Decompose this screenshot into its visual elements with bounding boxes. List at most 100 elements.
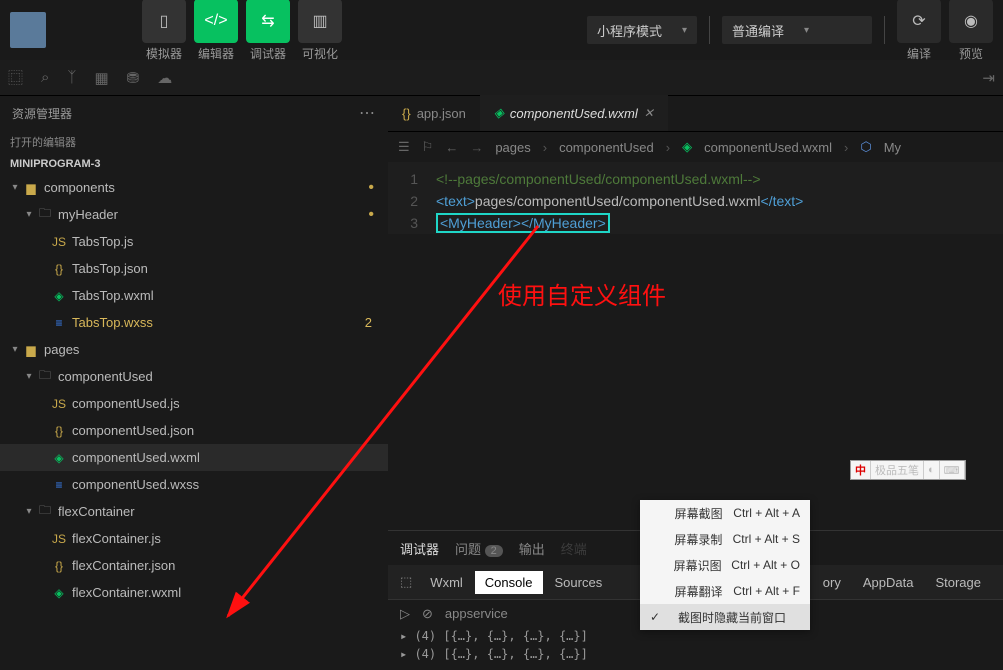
cloud-icon[interactable]: ☁	[157, 69, 172, 87]
compile-button[interactable]: ⟳	[897, 0, 941, 43]
devtab-sources[interactable]: Sources	[545, 571, 613, 594]
element-icon: ⬡	[860, 139, 871, 155]
more-icon[interactable]: ⋯	[359, 103, 376, 123]
folder-icon: 🗀	[36, 204, 54, 225]
tree-folder-componentused[interactable]: ▾🗀componentUsed	[0, 363, 388, 390]
back-icon[interactable]: ←	[445, 140, 458, 155]
db-icon[interactable]: ⛃	[127, 69, 140, 87]
forward-icon[interactable]: →	[470, 140, 483, 155]
tab-debugger[interactable]: 调试器	[400, 539, 439, 558]
code-editor[interactable]: 1<!--pages/componentUsed/componentUsed.w…	[388, 162, 1003, 234]
devtab-wxml[interactable]: Wxml	[420, 571, 473, 594]
debugger-button[interactable]: ⇆	[246, 0, 290, 43]
json-icon: {}	[50, 424, 68, 438]
tree-file[interactable]: JScomponentUsed.js	[0, 390, 388, 417]
preview-button[interactable]: ◉	[949, 0, 993, 43]
crumb[interactable]: componentUsed.wxml	[704, 140, 832, 155]
chevron-down-icon: ▾	[682, 25, 687, 36]
tree-folder-components[interactable]: ▾▆components•	[0, 174, 388, 201]
editor-tabs: {}app.json ◈componentUsed.wxml✕	[388, 96, 1003, 132]
play-icon[interactable]: ▷	[400, 606, 410, 622]
open-editors-header[interactable]: 打开的编辑器	[0, 130, 388, 154]
phone-icon: ▯	[160, 11, 169, 31]
wxss-icon: ≡	[50, 478, 68, 492]
console-line[interactable]: ▸ (4) [{…}, {…}, {…}, {…}]	[388, 645, 1003, 663]
menu-item[interactable]: 屏幕识图Ctrl + Alt + O	[640, 552, 810, 578]
branch-icon[interactable]: ᛉ	[67, 69, 76, 86]
crumb[interactable]: My	[884, 140, 901, 155]
close-icon[interactable]: ✕	[644, 106, 654, 120]
refresh-icon: ⟳	[912, 11, 925, 31]
tree-file[interactable]: JSflexContainer.js	[0, 525, 388, 552]
editor-button[interactable]: </>	[194, 0, 238, 43]
folder-icon: 🗀	[36, 501, 54, 522]
tab-app-json[interactable]: {}app.json	[388, 95, 480, 131]
crumb[interactable]: pages	[495, 140, 530, 155]
tree-folder-flexcontainer[interactable]: ▾🗀flexContainer	[0, 498, 388, 525]
crumb[interactable]: componentUsed	[559, 140, 654, 155]
simulator-button[interactable]: ▯	[142, 0, 186, 43]
eye-icon: ◉	[964, 11, 978, 31]
ime-name: 极品五笔	[871, 461, 924, 479]
ime-mode-icon: ◐	[924, 461, 940, 479]
tree-file[interactable]: ◈TabsTop.wxml	[0, 282, 388, 309]
bookmark-icon[interactable]: ⚐	[422, 139, 434, 155]
wxml-icon: ◈	[50, 289, 68, 303]
editor-label: 编辑器	[198, 45, 234, 62]
preview-label: 预览	[959, 45, 983, 62]
devtab-appdata[interactable]: AppData	[853, 571, 924, 594]
file-tree: ▾▆components• ▾🗀myHeader• JSTabsTop.js {…	[0, 174, 388, 670]
breadcrumb: ☰ ⚐ ← → pages› componentUsed› ◈ componen…	[388, 132, 1003, 162]
folder-icon: 🗀	[36, 366, 54, 387]
tree-file[interactable]: JSTabsTop.js	[0, 228, 388, 255]
context-menu: 屏幕截图Ctrl + Alt + A 屏幕录制Ctrl + Alt + S 屏幕…	[640, 500, 810, 630]
tab-terminal[interactable]: 终端	[561, 539, 587, 558]
devtab-memory[interactable]: ory	[813, 571, 851, 594]
project-header[interactable]: MINIPROGRAM-3	[0, 154, 388, 174]
tree-file[interactable]: ≡TabsTop.wxss2	[0, 309, 388, 336]
menu-item[interactable]: 屏幕截图Ctrl + Alt + A	[640, 500, 810, 526]
wxss-icon: ≡	[50, 316, 68, 330]
annotation-text: 使用自定义组件	[498, 276, 666, 311]
tab-problems[interactable]: 问题 2	[455, 539, 503, 558]
collapse-icon[interactable]: ⇥	[982, 69, 995, 87]
tree-file-active[interactable]: ◈componentUsed.wxml	[0, 444, 388, 471]
mode-dropdown[interactable]: 小程序模式 ▾	[587, 16, 697, 44]
menu-item[interactable]: 屏幕翻译Ctrl + Alt + F	[640, 578, 810, 604]
icon-bar: ⿴ ⌕ ᛉ ▦ ⛃ ☁ ⇥	[0, 60, 1003, 96]
visualize-button[interactable]: ▥	[298, 0, 342, 43]
search-icon[interactable]: ⌕	[41, 69, 49, 86]
tab-output[interactable]: 输出	[519, 539, 545, 558]
folder-icon: ▆	[22, 343, 40, 357]
ime-indicator: 中 极品五笔 ◐ ⌨	[850, 460, 966, 480]
tree-file[interactable]: ◈flexContainer.wxml	[0, 579, 388, 606]
top-toolbar: ▯ 模拟器 </> 编辑器 ⇆ 调试器 ▥ 可视化 小程序模式 ▾ 普通编译 ▾…	[0, 0, 1003, 60]
menu-item[interactable]: 屏幕录制Ctrl + Alt + S	[640, 526, 810, 552]
inspect-icon[interactable]: ⬚	[400, 574, 412, 590]
sidebar: 资源管理器 ⋯ 打开的编辑器 MINIPROGRAM-3 ▾▆component…	[0, 96, 388, 670]
tree-file[interactable]: {}componentUsed.json	[0, 417, 388, 444]
extensions-icon[interactable]: ▦	[94, 69, 108, 87]
ime-icon: 中	[851, 461, 871, 479]
compile-label: 编译	[907, 45, 931, 62]
tree-file[interactable]: {}flexContainer.json	[0, 552, 388, 579]
explorer-title: 资源管理器	[12, 105, 72, 122]
files-icon[interactable]: ⿴	[8, 67, 23, 88]
clear-icon[interactable]: ⊘	[422, 606, 433, 622]
tree-folder-myheader[interactable]: ▾🗀myHeader•	[0, 201, 388, 228]
menu-item[interactable]: ✓截图时隐藏当前窗口	[640, 604, 810, 630]
devtab-console[interactable]: Console	[475, 571, 543, 594]
compile-mode-dropdown[interactable]: 普通编译 ▾	[722, 16, 872, 44]
context-selector[interactable]: appservice	[445, 606, 508, 621]
outline-icon[interactable]: ☰	[398, 139, 410, 155]
js-icon: JS	[50, 532, 68, 546]
json-icon: {}	[50, 559, 68, 573]
tab-componentused-wxml[interactable]: ◈componentUsed.wxml✕	[480, 95, 668, 131]
tree-file[interactable]: ≡componentUsed.wxss	[0, 471, 388, 498]
tree-file[interactable]: {}TabsTop.json	[0, 255, 388, 282]
tree-folder-pages[interactable]: ▾▆pages	[0, 336, 388, 363]
devtab-storage[interactable]: Storage	[925, 571, 991, 594]
avatar[interactable]	[10, 12, 46, 48]
mode-label: 小程序模式	[597, 21, 662, 40]
settings-icon: ⇆	[261, 11, 274, 31]
